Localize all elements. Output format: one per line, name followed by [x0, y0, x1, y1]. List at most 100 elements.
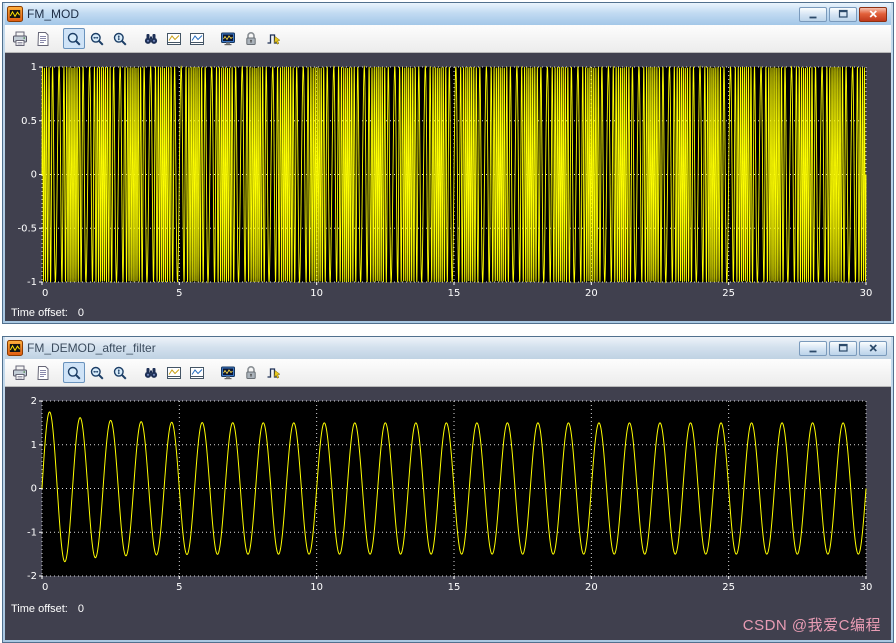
print-button[interactable]: [9, 362, 31, 383]
zoom-icon: [66, 31, 82, 47]
svg-text:2: 2: [31, 396, 37, 407]
title-bar[interactable]: FM_DEMOD_after_filter: [5, 337, 891, 359]
signal-selection-icon: [266, 31, 282, 47]
signal-selection-button[interactable]: [263, 362, 285, 383]
scope-toolbar: [5, 25, 891, 53]
svg-text:10: 10: [310, 288, 323, 299]
minimize-icon: [809, 16, 817, 19]
parameters-button[interactable]: [32, 28, 54, 49]
svg-text:15: 15: [448, 582, 461, 593]
scope-plot[interactable]: 0 5 10 15 20 25 30 -2 -1 0 1 2: [6, 388, 890, 600]
scope-figure: 0 5 10 15 20 25 30 -2 -1 0 1 2 Time offset: 0 CSDN @…: [5, 387, 891, 640]
zoom-x-button[interactable]: [86, 28, 108, 49]
zoom-x-icon: [89, 365, 105, 381]
restore-axes-icon: [189, 31, 205, 47]
parameters-button[interactable]: [32, 362, 54, 383]
floating-scope-button[interactable]: [217, 28, 239, 49]
svg-text:1: 1: [31, 62, 37, 73]
title-bar[interactable]: FM_MOD: [5, 3, 891, 25]
floating-scope-icon: [220, 365, 236, 381]
autoscale-button[interactable]: [140, 362, 162, 383]
save-axes-icon: [166, 31, 182, 47]
print-button[interactable]: [9, 28, 31, 49]
svg-text:10: 10: [310, 582, 323, 593]
time-offset-label: Time offset:: [11, 307, 68, 319]
window-controls: [799, 340, 889, 356]
svg-text:0: 0: [42, 582, 48, 593]
svg-text:20: 20: [585, 288, 598, 299]
scope-app-icon: [7, 6, 23, 22]
restore-axes-button[interactable]: [186, 362, 208, 383]
minimize-button[interactable]: [799, 6, 827, 22]
svg-text:30: 30: [860, 582, 873, 593]
svg-text:-0.5: -0.5: [17, 223, 37, 234]
close-button[interactable]: [859, 340, 887, 356]
window-controls: [799, 6, 889, 22]
window-title: FM_MOD: [27, 7, 79, 21]
time-offset-value: 0: [77, 603, 84, 615]
time-offset-value: 0: [77, 307, 84, 319]
svg-text:-2: -2: [27, 571, 37, 582]
minimize-icon: [809, 350, 817, 353]
zoom-y-button[interactable]: [109, 28, 131, 49]
zoom-y-icon: [112, 31, 128, 47]
svg-text:1: 1: [31, 440, 37, 451]
zoom-y-button[interactable]: [109, 362, 131, 383]
floating-scope-icon: [220, 31, 236, 47]
time-offset: Time offset: 0: [5, 304, 891, 319]
signal-selection-icon: [266, 365, 282, 381]
zoom-button[interactable]: [63, 28, 85, 49]
maximize-button[interactable]: [829, 6, 857, 22]
save-axes-button[interactable]: [163, 362, 185, 383]
svg-text:5: 5: [176, 582, 182, 593]
scope-figure: 0 5 10 15 20 25 30 -1 -0.5 0 0.5 1 Time offset: 0: [5, 53, 891, 321]
lock-axes-icon: [243, 31, 259, 47]
close-icon: [869, 344, 877, 352]
save-axes-icon: [166, 365, 182, 381]
scope-toolbar: [5, 359, 891, 387]
zoom-icon: [66, 365, 82, 381]
svg-text:20: 20: [585, 582, 598, 593]
close-icon: [869, 10, 877, 18]
svg-text:15: 15: [448, 288, 461, 299]
save-axes-button[interactable]: [163, 28, 185, 49]
scope-app-icon: [7, 340, 23, 356]
minimize-button[interactable]: [799, 340, 827, 356]
autoscale-icon: [143, 31, 159, 47]
time-offset-label: Time offset:: [11, 603, 68, 615]
scope-plot[interactable]: 0 5 10 15 20 25 30 -1 -0.5 0 0.5 1: [6, 54, 890, 304]
scope-window-fm-mod: FM_MOD 0 5 10 15 20 25 30 -1 -0.5 0 0.5 1 Time offs…: [2, 2, 894, 324]
signal-selection-button[interactable]: [263, 28, 285, 49]
autoscale-icon: [143, 365, 159, 381]
watermark: CSDN @我爱C编程: [742, 617, 881, 634]
svg-text:0.5: 0.5: [21, 116, 37, 127]
svg-text:25: 25: [722, 288, 735, 299]
maximize-icon: [838, 343, 848, 352]
svg-text:5: 5: [176, 288, 182, 299]
zoom-button[interactable]: [63, 362, 85, 383]
close-button[interactable]: [859, 6, 887, 22]
svg-text:0: 0: [42, 288, 48, 299]
zoom-x-button[interactable]: [86, 362, 108, 383]
autoscale-button[interactable]: [140, 28, 162, 49]
time-offset: Time offset: 0: [5, 600, 891, 615]
maximize-button[interactable]: [829, 340, 857, 356]
svg-text:0: 0: [31, 170, 37, 181]
scope-window-fm-demod: FM_DEMOD_after_filter 0 5 10 15 20 25 30 -2 -1 0 1…: [2, 336, 894, 643]
svg-text:0: 0: [31, 484, 37, 495]
svg-text:30: 30: [860, 288, 873, 299]
svg-text:-1: -1: [27, 527, 37, 538]
lock-axes-button[interactable]: [240, 28, 262, 49]
restore-axes-button[interactable]: [186, 28, 208, 49]
svg-text:25: 25: [722, 582, 735, 593]
svg-text:-1: -1: [27, 277, 37, 288]
restore-axes-icon: [189, 365, 205, 381]
lock-axes-button[interactable]: [240, 362, 262, 383]
zoom-y-icon: [112, 365, 128, 381]
parameters-icon: [35, 31, 51, 47]
print-icon: [12, 31, 28, 47]
desktop: { "page": { "watermark": "CSDN @我爱C编程" }…: [0, 0, 896, 643]
floating-scope-button[interactable]: [217, 362, 239, 383]
maximize-icon: [838, 9, 848, 18]
zoom-x-icon: [89, 31, 105, 47]
